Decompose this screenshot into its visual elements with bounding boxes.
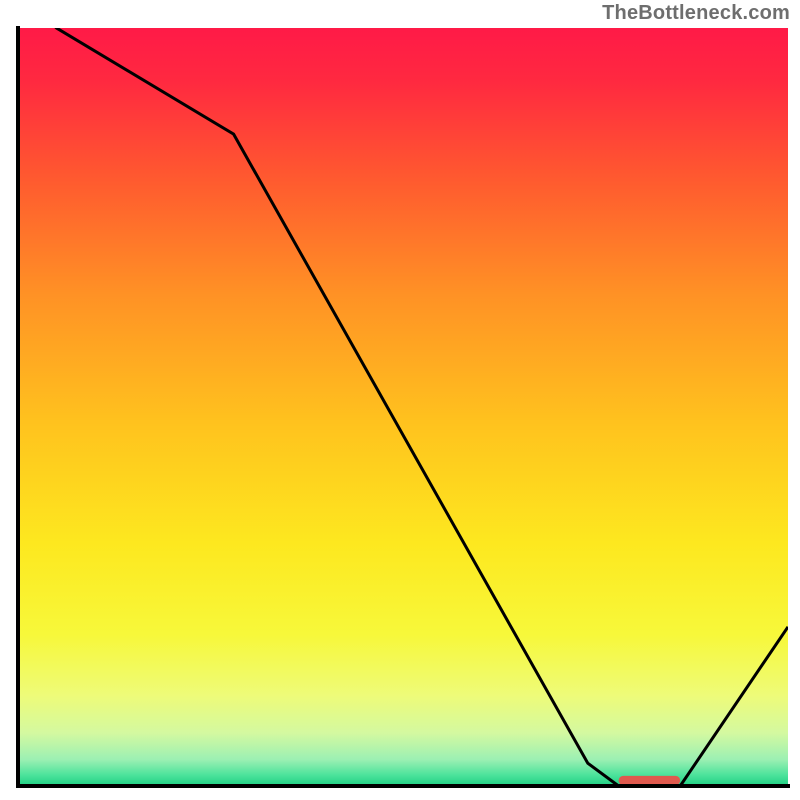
optimal-range-marker bbox=[619, 776, 681, 785]
bottleneck-chart bbox=[0, 0, 800, 800]
watermark-label: TheBottleneck.com bbox=[602, 2, 790, 25]
plot-background bbox=[18, 28, 788, 786]
chart-frame: TheBottleneck.com bbox=[0, 0, 800, 800]
